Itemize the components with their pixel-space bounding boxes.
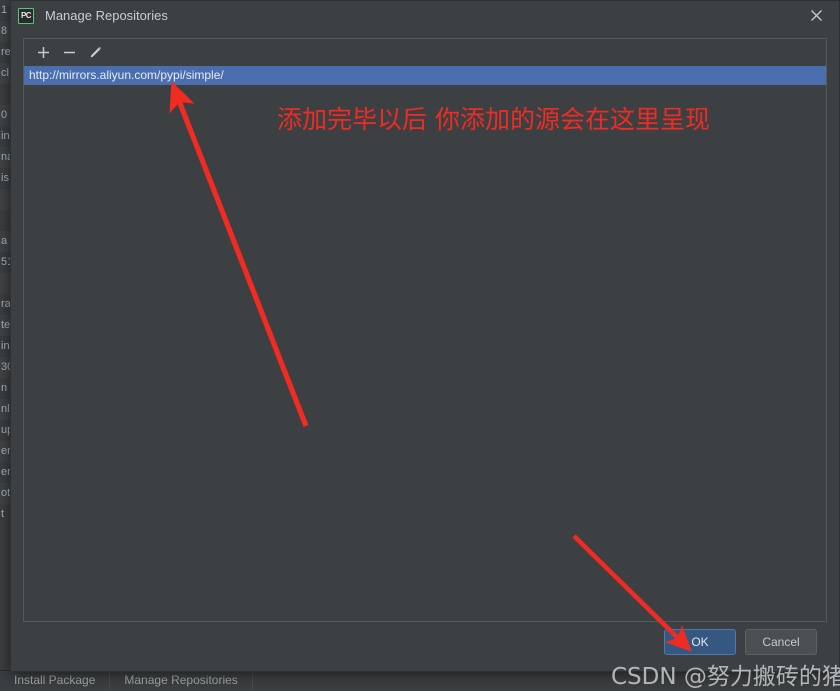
background-bottom-toolbar: Install Package Manage Repositories xyxy=(0,670,840,690)
repository-list[interactable]: http://mirrors.aliyun.com/pypi/simple/ xyxy=(24,66,826,621)
pencil-icon[interactable] xyxy=(83,41,107,64)
minus-icon[interactable] xyxy=(57,41,81,64)
dialog-title: Manage Repositories xyxy=(45,8,168,23)
dialog-footer: OK Cancel xyxy=(11,622,839,671)
repository-toolbar xyxy=(24,39,826,66)
manage-repositories-dialog: PC Manage Repositories xyxy=(10,0,840,672)
repository-list-item[interactable]: http://mirrors.aliyun.com/pypi/simple/ xyxy=(24,66,826,85)
close-icon[interactable] xyxy=(793,1,839,30)
pycharm-icon: PC xyxy=(18,8,34,24)
plus-icon[interactable] xyxy=(31,41,55,64)
manage-repositories-button[interactable]: Manage Repositories xyxy=(110,671,252,690)
ok-button[interactable]: OK xyxy=(664,629,736,655)
repository-panel: http://mirrors.aliyun.com/pypi/simple/ xyxy=(23,38,827,622)
dialog-titlebar: PC Manage Repositories xyxy=(11,1,839,30)
install-package-button[interactable]: Install Package xyxy=(0,671,110,690)
cancel-button[interactable]: Cancel xyxy=(745,629,817,655)
dialog-body: http://mirrors.aliyun.com/pypi/simple/ xyxy=(11,30,839,622)
